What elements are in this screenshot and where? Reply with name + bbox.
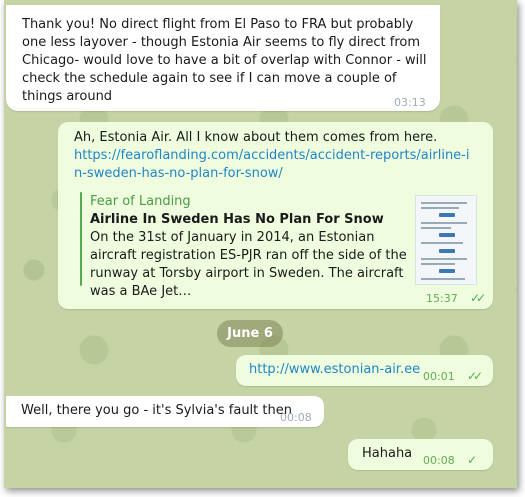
preview-title: Airline In Sweden Has No Plan For Snow [90, 212, 384, 227]
message-incoming[interactable]: Thank you! No direct flight from El Paso… [6, 5, 440, 111]
date-separator: June 6 [217, 320, 283, 347]
preview-description: On the 31st of January in 2014, an Eston… [90, 230, 407, 299]
preview-accent-bar [80, 192, 82, 286]
message-text: Hahaha [362, 446, 413, 461]
message-text: Ah, Estonia Air. All I know about them c… [74, 130, 438, 145]
message-time: 15:37 [426, 292, 458, 305]
message-time: 00:01 [423, 370, 455, 383]
double-check-icon: ✓✓ [470, 291, 486, 305]
check-icon: ✓ [467, 453, 477, 467]
double-check-icon: ✓✓ [467, 369, 483, 383]
message-link[interactable]: https://fearoflanding.com/accidents/acci… [74, 147, 474, 183]
preview-thumbnail[interactable] [415, 195, 477, 285]
message-outgoing[interactable]: Ah, Estonia Air. All I know about them c… [58, 122, 493, 309]
chat-window: Thank you! No direct flight from El Paso… [4, 0, 517, 488]
message-outgoing[interactable]: http://www.estonian-air.ee 00:01 ✓✓ [236, 355, 493, 386]
message-time: 00:08 [423, 454, 455, 467]
message-text: Thank you! No direct flight from El Paso… [22, 17, 427, 104]
message-incoming[interactable]: Well, there you go - it's Sylvia's fault… [6, 396, 324, 427]
link-preview[interactable]: Fear of Landing Airline In Sweden Has No… [80, 192, 477, 299]
message-time: 00:08 [280, 411, 312, 424]
preview-site-name: Fear of Landing [90, 194, 191, 209]
message-time: 03:13 [394, 96, 426, 109]
message-outgoing[interactable]: Hahaha 00:08 ✓ [348, 439, 493, 470]
message-link[interactable]: http://www.estonian-air.ee [249, 361, 420, 379]
message-text: Well, there you go - it's Sylvia's fault… [21, 403, 292, 418]
